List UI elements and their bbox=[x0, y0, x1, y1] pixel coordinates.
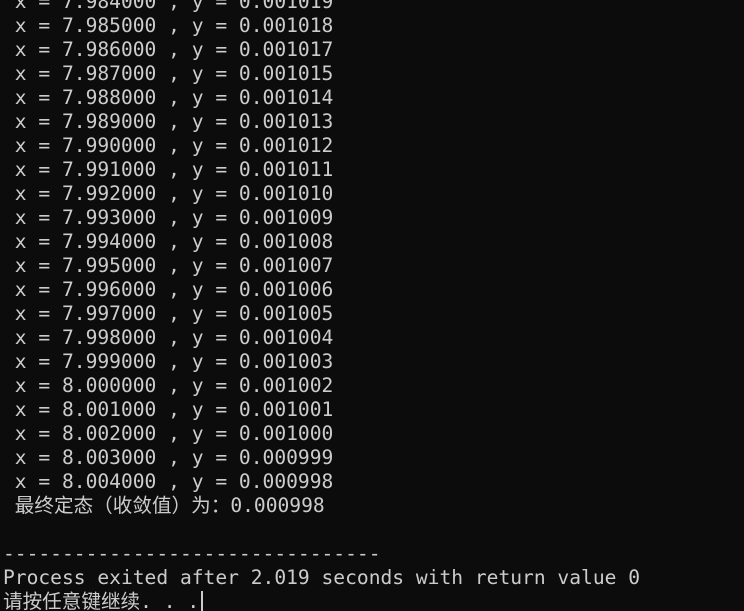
console-line: x = 8.001000 , y = 0.001001 bbox=[3, 398, 334, 421]
console-line: x = 7.995000 , y = 0.001007 bbox=[3, 254, 334, 277]
text-cursor bbox=[201, 591, 204, 611]
console-line: x = 8.000000 , y = 0.001002 bbox=[3, 374, 334, 397]
console-line: x = 7.992000 , y = 0.001010 bbox=[3, 182, 334, 205]
console-line: x = 7.996000 , y = 0.001006 bbox=[3, 278, 334, 301]
output-lines: x = 7.985000 , y = 0.001018 x = 7.986000… bbox=[3, 14, 640, 494]
console-line: x = 7.986000 , y = 0.001017 bbox=[3, 38, 334, 61]
continue-prompt: 请按任意键继续. . . bbox=[3, 590, 200, 611]
console-line: x = 7.988000 , y = 0.001014 bbox=[3, 86, 334, 109]
console-line: x = 7.993000 , y = 0.001009 bbox=[3, 206, 334, 229]
final-state-line: 最终定态（收敛值）为：0.000998 bbox=[3, 494, 325, 517]
console-line: x = 7.990000 , y = 0.001012 bbox=[3, 134, 334, 157]
console-line: x = 8.002000 , y = 0.001000 bbox=[3, 422, 334, 445]
console-line: x = 7.999000 , y = 0.001003 bbox=[3, 350, 334, 373]
console-line: x = 7.991000 , y = 0.001011 bbox=[3, 158, 334, 181]
console-line: x = 7.985000 , y = 0.001018 bbox=[3, 14, 334, 37]
separator-line: -------------------------------- bbox=[3, 542, 381, 565]
console-line: x = 7.994000 , y = 0.001008 bbox=[3, 230, 334, 253]
console-line-partial: x = 7.984000 , y = 0.001019 bbox=[3, 0, 334, 13]
console-line: x = 8.003000 , y = 0.000999 bbox=[3, 446, 334, 469]
console-window[interactable]: x = 7.984000 , y = 0.001019 x = 7.985000… bbox=[0, 0, 744, 611]
process-exit-message: Process exited after 2.019 seconds with … bbox=[3, 566, 641, 589]
console-line: x = 7.997000 , y = 0.001005 bbox=[3, 302, 334, 325]
console-line: x = 8.004000 , y = 0.000998 bbox=[3, 470, 334, 493]
console-line: x = 7.987000 , y = 0.001015 bbox=[3, 62, 334, 85]
console-line: x = 7.998000 , y = 0.001004 bbox=[3, 326, 334, 349]
console-line: x = 7.989000 , y = 0.001013 bbox=[3, 110, 334, 133]
console-output: x = 7.984000 , y = 0.001019 x = 7.985000… bbox=[3, 0, 640, 611]
continue-prompt-line[interactable]: 请按任意键继续. . . bbox=[3, 590, 640, 611]
